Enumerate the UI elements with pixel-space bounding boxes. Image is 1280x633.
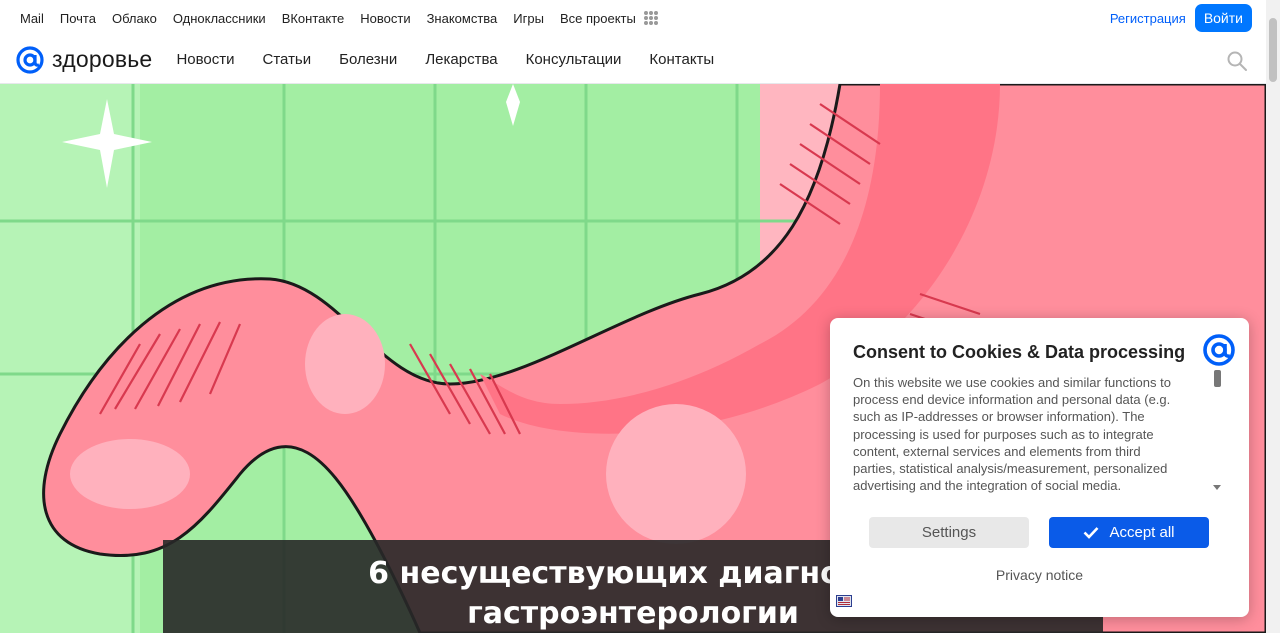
language-flag-icon[interactable] (836, 595, 852, 607)
auth-area: Регистрация Войти (1110, 4, 1252, 32)
cookie-consent-dialog: Consent to Cookies & Data processing On … (830, 318, 1249, 617)
privacy-notice-link[interactable]: Privacy notice (830, 567, 1249, 583)
register-link[interactable]: Регистрация (1110, 11, 1186, 26)
portal-link-mail[interactable]: Mail (20, 11, 44, 26)
login-button[interactable]: Войти (1194, 4, 1252, 32)
section-nav: Новости Статьи Болезни Лекарства Консуль… (176, 51, 742, 68)
mail-at-logo-icon (1203, 334, 1235, 366)
checkmark-icon (1084, 527, 1099, 539)
nav-item-contacts[interactable]: Контакты (649, 51, 714, 68)
portal-link-games[interactable]: Игры (513, 11, 544, 26)
accept-all-label: Accept all (1109, 524, 1175, 541)
consent-scrollbar[interactable] (1210, 368, 1224, 492)
apps-grid-icon[interactable] (643, 11, 658, 25)
portal-links: Mail Почта Облако Одноклассники ВКонтакт… (20, 11, 658, 26)
consent-text: On this website we use cookies and simil… (853, 375, 1171, 494)
site-logo[interactable]: здоровье (15, 45, 152, 75)
nav-item-articles[interactable]: Статьи (263, 51, 312, 68)
accept-all-button[interactable]: Accept all (1049, 517, 1209, 548)
portal-bar: Mail Почта Облако Одноклассники ВКонтакт… (0, 0, 1266, 36)
portal-link-oblako[interactable]: Облако (112, 11, 157, 26)
at-sign-icon (16, 45, 44, 74)
page-scrollbar[interactable] (1266, 0, 1280, 633)
portal-link-vk[interactable]: ВКонтакте (282, 11, 345, 26)
nav-item-diseases[interactable]: Болезни (339, 51, 397, 68)
logo-text: здоровье (52, 46, 153, 72)
nav-item-news[interactable]: Новости (176, 51, 234, 68)
portal-link-all-projects[interactable]: Все проекты (560, 11, 636, 26)
portal-link-pochta[interactable]: Почта (60, 11, 96, 26)
portal-link-ok[interactable]: Одноклассники (173, 11, 266, 26)
hero-title-line-2: гастроэнтерологии (467, 596, 799, 631)
nav-item-drugs[interactable]: Лекарства (425, 51, 497, 68)
portal-link-dating[interactable]: Знакомства (427, 11, 498, 26)
nav-item-consultations[interactable]: Консультации (526, 51, 622, 68)
consent-scrollbar-thumb[interactable] (1214, 370, 1221, 387)
settings-button[interactable]: Settings (869, 517, 1029, 548)
search-icon[interactable] (1226, 50, 1248, 72)
hero-title-line-1: 6 несуществующих диагнозов (368, 556, 898, 591)
portal-link-news[interactable]: Новости (360, 11, 410, 26)
page-scrollbar-thumb[interactable] (1269, 18, 1277, 82)
main-nav: здоровье Новости Статьи Болезни Лекарств… (0, 36, 1266, 84)
scroll-down-arrow-icon[interactable] (1213, 485, 1221, 490)
consent-title: Consent to Cookies & Data processing (853, 342, 1186, 362)
